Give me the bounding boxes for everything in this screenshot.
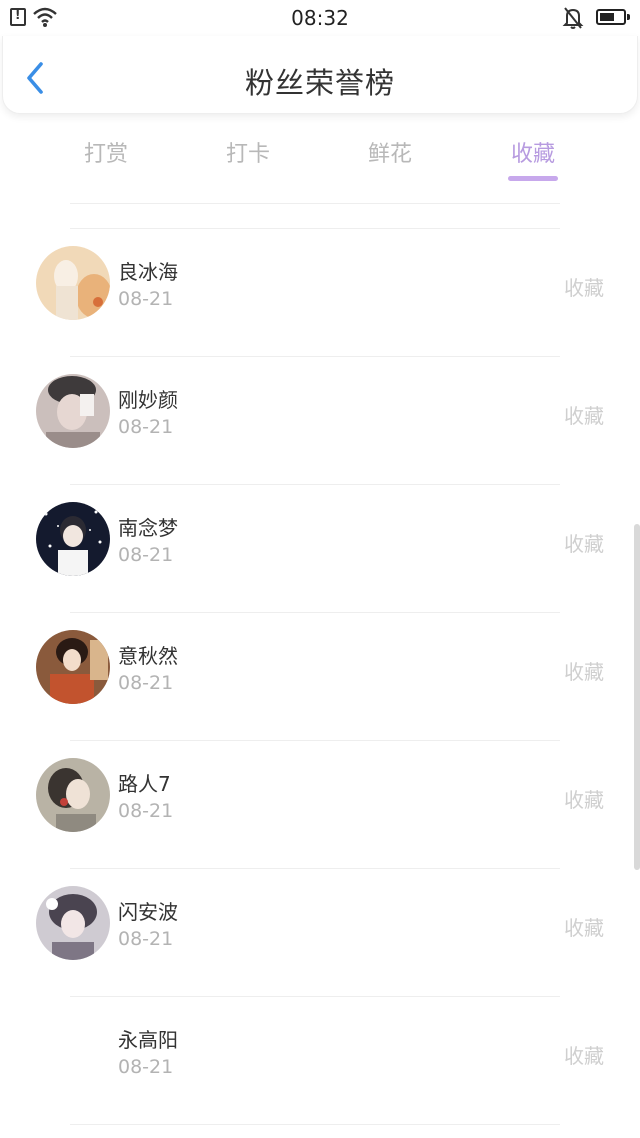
divider bbox=[70, 740, 560, 741]
divider bbox=[70, 868, 560, 869]
avatar[interactable] bbox=[36, 630, 110, 704]
list-item[interactable]: 意秋然 08-21 收藏 bbox=[0, 612, 640, 740]
fan-date: 08-21 bbox=[118, 416, 174, 438]
fan-name: 永高阳 bbox=[118, 1028, 178, 1052]
scrollbar[interactable] bbox=[634, 524, 640, 870]
avatar[interactable] bbox=[36, 886, 110, 960]
list-item[interactable]: 刚妙颜 08-21 收藏 bbox=[0, 356, 640, 484]
fan-name: 闪安波 bbox=[118, 900, 178, 924]
favorite-label: 收藏 bbox=[564, 660, 604, 684]
list-item[interactable]: 南念梦 08-21 收藏 bbox=[0, 484, 640, 612]
tab-checkin[interactable]: 打卡 bbox=[198, 136, 298, 168]
tab-flowers[interactable]: 鲜花 bbox=[340, 136, 440, 168]
list-item[interactable]: 永高阳 08-21 收藏 bbox=[0, 996, 640, 1124]
favorite-label: 收藏 bbox=[564, 916, 604, 940]
fan-date: 08-21 bbox=[118, 672, 174, 694]
fan-name: 良冰海 bbox=[118, 260, 178, 284]
fan-date: 08-21 bbox=[118, 544, 174, 566]
bell-muted-icon bbox=[562, 7, 584, 29]
avatar[interactable] bbox=[36, 374, 110, 448]
avatar[interactable] bbox=[36, 246, 110, 320]
divider bbox=[70, 484, 560, 485]
favorite-label: 收藏 bbox=[564, 276, 604, 300]
list-end bbox=[0, 1124, 640, 1138]
fan-date: 08-21 bbox=[118, 800, 174, 822]
status-bar: 08:32 bbox=[0, 0, 640, 36]
list-item[interactable]: 闪安波 08-21 收藏 bbox=[0, 868, 640, 996]
divider bbox=[70, 203, 560, 204]
favorite-label: 收藏 bbox=[564, 404, 604, 428]
fan-name: 刚妙颜 bbox=[118, 388, 178, 412]
tab-reward[interactable]: 打赏 bbox=[56, 136, 156, 168]
fan-name: 路人7 bbox=[118, 772, 171, 796]
divider bbox=[70, 996, 560, 997]
favorite-label: 收藏 bbox=[564, 532, 604, 556]
favorite-label: 收藏 bbox=[564, 788, 604, 812]
divider bbox=[70, 1124, 560, 1125]
fan-date: 08-21 bbox=[118, 928, 174, 950]
avatar[interactable] bbox=[36, 502, 110, 576]
tab-bar: 打赏 打卡 鲜花 收藏 bbox=[0, 128, 640, 188]
divider bbox=[70, 228, 560, 229]
status-time: 08:32 bbox=[291, 6, 349, 30]
nav-bar: 粉丝荣誉榜 bbox=[2, 36, 638, 114]
avatar[interactable] bbox=[36, 758, 110, 832]
page-title: 粉丝荣誉榜 bbox=[244, 66, 395, 100]
avatar[interactable] bbox=[36, 1014, 110, 1088]
list-item[interactable]: 路人7 08-21 收藏 bbox=[0, 740, 640, 868]
list-item[interactable]: 良冰海 08-21 收藏 bbox=[0, 228, 640, 356]
favorite-label: 收藏 bbox=[564, 1044, 604, 1068]
battery-icon bbox=[596, 9, 630, 25]
divider bbox=[70, 612, 560, 613]
tab-favorites[interactable]: 收藏 bbox=[483, 136, 583, 168]
active-tab-indicator bbox=[508, 176, 558, 181]
fan-date: 08-21 bbox=[118, 1056, 174, 1078]
divider bbox=[70, 356, 560, 357]
fan-name: 意秋然 bbox=[118, 644, 178, 668]
fan-name: 南念梦 bbox=[118, 516, 178, 540]
fan-date: 08-21 bbox=[118, 288, 174, 310]
